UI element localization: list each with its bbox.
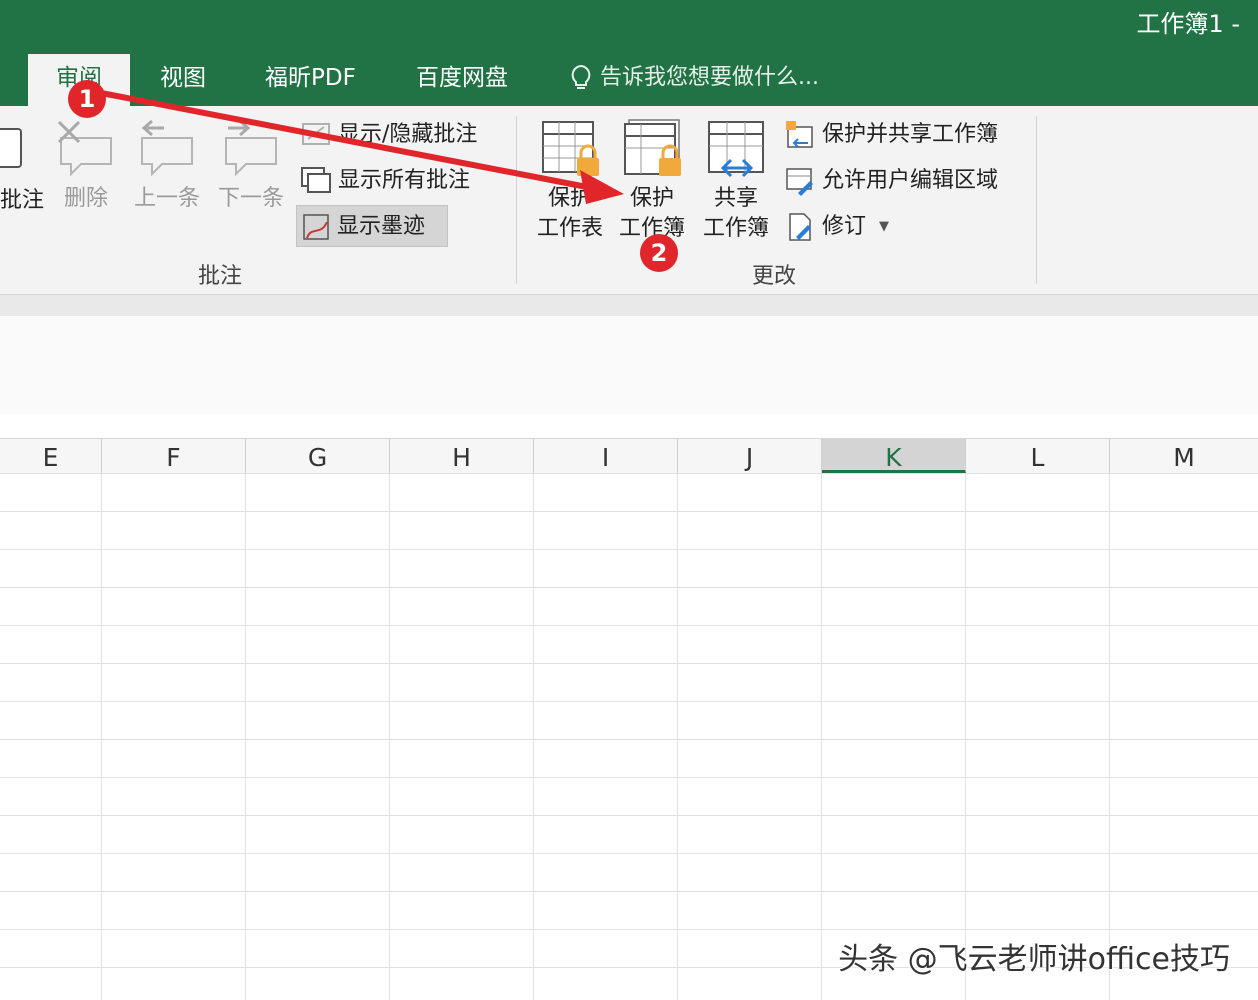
step-badge-2: 2 [640, 234, 678, 272]
column-header-f[interactable]: F [102, 439, 246, 473]
grid-line [245, 473, 246, 1000]
grid-line [389, 473, 390, 1000]
grid-line [533, 473, 534, 1000]
grid-line [821, 473, 822, 1000]
step-badge-1: 1 [68, 80, 106, 118]
column-header-g[interactable]: G [246, 439, 390, 473]
column-header-l[interactable]: L [966, 439, 1110, 473]
column-header-e[interactable]: E [0, 439, 102, 473]
column-header-h[interactable]: H [390, 439, 534, 473]
grid-line [677, 473, 678, 1000]
column-header-m[interactable]: M [1110, 439, 1258, 473]
worksheet-grid[interactable] [0, 473, 1258, 1000]
grid-line [101, 473, 102, 1000]
column-header-i[interactable]: I [534, 439, 678, 473]
watermark-text: 头条 @飞云老师讲office技巧 [838, 942, 1230, 977]
grid-line [1109, 473, 1110, 1000]
column-header-j[interactable]: J [678, 439, 822, 473]
formula-area [0, 316, 1258, 414]
column-header-row: E F G H I J K L M [0, 438, 1258, 474]
column-header-k[interactable]: K [822, 439, 966, 473]
annotation-arrow [93, 89, 624, 204]
grid-line [965, 473, 966, 1000]
